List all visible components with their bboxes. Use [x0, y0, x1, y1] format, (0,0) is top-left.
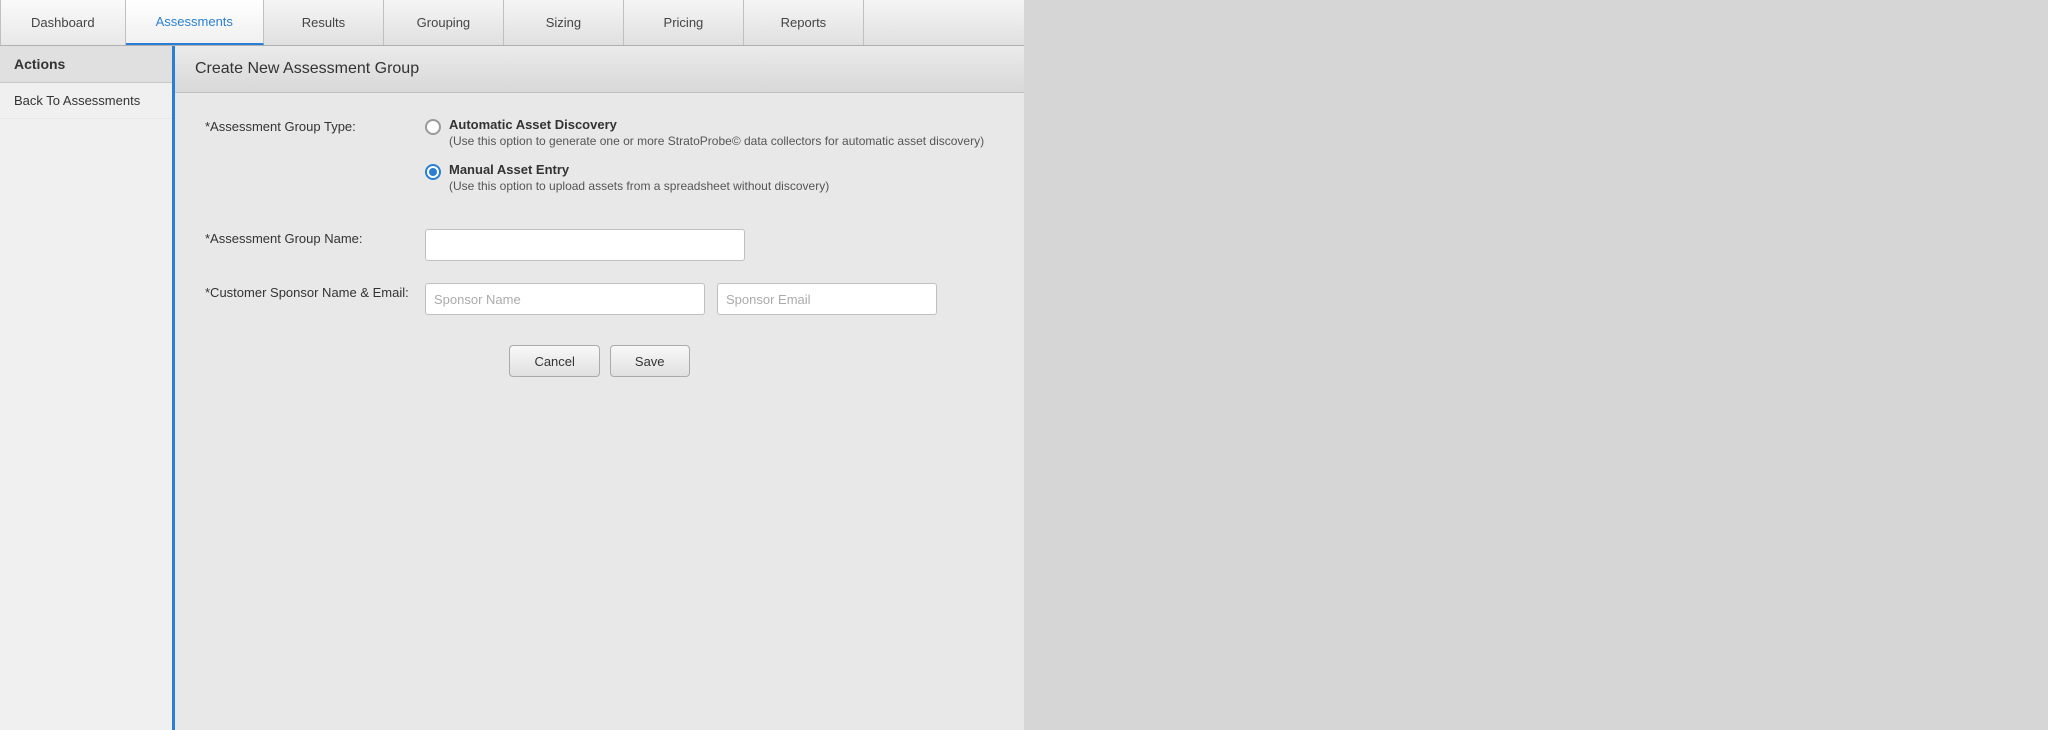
radio-manual-title: Manual Asset Entry — [449, 162, 829, 177]
radio-option-manual[interactable]: Manual Asset Entry (Use this option to u… — [425, 162, 994, 193]
radio-manual-desc: (Use this option to upload assets from a… — [449, 179, 829, 193]
form-panel: Create New Assessment Group *Assessment … — [175, 46, 1024, 407]
radio-automatic-icon[interactable] — [425, 119, 441, 135]
group-name-input[interactable] — [425, 229, 745, 261]
tab-dashboard[interactable]: Dashboard — [0, 0, 126, 45]
save-button[interactable]: Save — [610, 345, 690, 377]
sidebar: Actions Back To Assessments — [0, 46, 175, 730]
group-name-label: *Assessment Group Name: — [205, 229, 425, 246]
sponsor-label: *Customer Sponsor Name & Email: — [205, 283, 425, 300]
radio-automatic-title: Automatic Asset Discovery — [449, 117, 984, 132]
radio-automatic-desc: (Use this option to generate one or more… — [449, 134, 984, 148]
radio-option-automatic[interactable]: Automatic Asset Discovery (Use this opti… — [425, 117, 994, 148]
tab-reports[interactable]: Reports — [744, 0, 864, 45]
sponsor-name-input[interactable] — [425, 283, 705, 315]
radio-options-area: Automatic Asset Discovery (Use this opti… — [425, 117, 994, 207]
tab-assessments[interactable]: Assessments — [126, 0, 264, 45]
sidebar-item-back-to-assessments[interactable]: Back To Assessments — [0, 83, 172, 119]
assessment-group-type-label: *Assessment Group Type: — [205, 117, 425, 134]
cancel-button[interactable]: Cancel — [509, 345, 599, 377]
tab-sizing[interactable]: Sizing — [504, 0, 624, 45]
tab-results[interactable]: Results — [264, 0, 384, 45]
assessment-group-type-row: *Assessment Group Type: Automatic Asset … — [205, 117, 994, 207]
top-nav: Dashboard Assessments Results Grouping S… — [0, 0, 1024, 46]
form-buttons: Cancel Save — [205, 345, 994, 377]
main-layout: Actions Back To Assessments Create New A… — [0, 46, 1024, 730]
group-name-input-area — [425, 229, 994, 261]
sponsor-email-input[interactable] — [717, 283, 937, 315]
tab-grouping[interactable]: Grouping — [384, 0, 504, 45]
sidebar-actions-header: Actions — [0, 46, 172, 83]
sponsor-inputs-area — [425, 283, 994, 315]
assessment-group-name-row: *Assessment Group Name: — [205, 229, 994, 261]
form-body: *Assessment Group Type: Automatic Asset … — [175, 93, 1024, 407]
content-area: Create New Assessment Group *Assessment … — [175, 46, 1024, 730]
form-title: Create New Assessment Group — [175, 46, 1024, 93]
radio-manual-icon[interactable] — [425, 164, 441, 180]
sponsor-row: *Customer Sponsor Name & Email: — [205, 283, 994, 315]
tab-pricing[interactable]: Pricing — [624, 0, 744, 45]
